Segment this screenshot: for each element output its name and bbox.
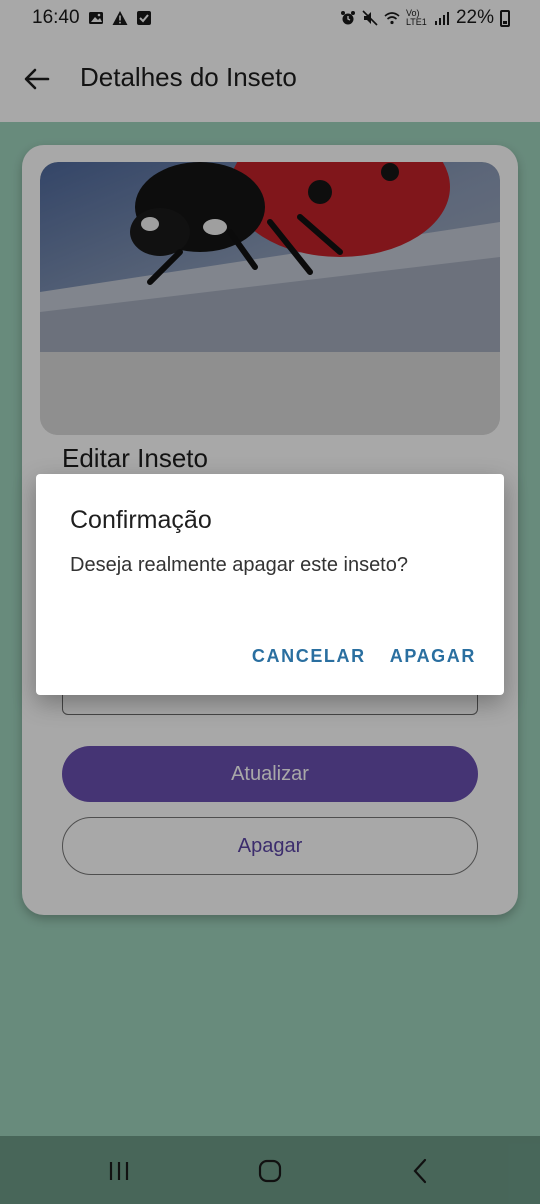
confirmation-dialog: Confirmação Deseja realmente apagar este…: [36, 474, 504, 695]
cancel-button[interactable]: CANCELAR: [252, 646, 366, 667]
dialog-message: Deseja realmente apagar este inseto?: [70, 554, 408, 576]
dialog-actions: CANCELAR APAGAR: [252, 646, 476, 667]
confirm-delete-button[interactable]: APAGAR: [390, 646, 476, 667]
dialog-title: Confirmação: [70, 506, 212, 534]
